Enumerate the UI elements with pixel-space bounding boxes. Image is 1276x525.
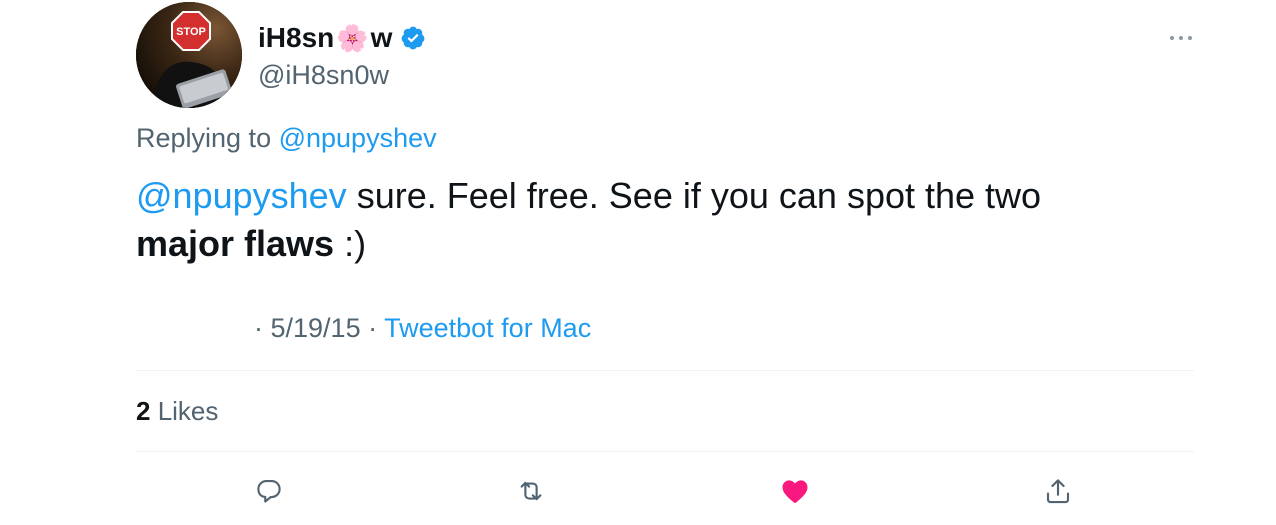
meta-separator: · <box>254 313 271 343</box>
more-options-button[interactable] <box>1166 26 1196 50</box>
tweet-text-plain: sure. Feel free. See if you can spot the… <box>346 175 1042 216</box>
tweet-text-bold: major flaws <box>136 223 335 264</box>
replying-to: Replying to @npupyshev <box>136 122 437 154</box>
tweet-source-link[interactable]: Tweetbot for Mac <box>384 313 591 343</box>
retweet-icon <box>520 481 542 501</box>
share-button[interactable] <box>1040 473 1076 509</box>
tweet-mention[interactable]: @npupyshev <box>136 175 347 216</box>
stop-sign-text: STOP <box>176 26 206 38</box>
divider <box>136 451 1194 452</box>
display-name-part2: w <box>370 22 393 53</box>
likes-label: Likes <box>150 396 219 426</box>
avatar-image: STOP <box>136 2 242 108</box>
display-name-flower: 🌸 <box>336 23 369 53</box>
replying-to-prefix: Replying to <box>136 123 279 153</box>
retweet-button[interactable] <box>513 473 549 509</box>
tweet-card: STOP iH8sn 🌸 w @iH8sn0w Replying to @npu… <box>0 0 1276 525</box>
display-name[interactable]: iH8sn 🌸 w <box>258 22 426 54</box>
display-name-part1: iH8sn <box>258 22 335 53</box>
likes-count[interactable]: 2 Likes <box>136 394 218 428</box>
more-dots-icon <box>1170 36 1192 40</box>
verified-badge-icon <box>402 26 425 50</box>
share-icon <box>1046 479 1070 504</box>
reply-button[interactable] <box>251 473 287 509</box>
replying-to-mention[interactable]: @npupyshev <box>279 123 437 153</box>
reply-icon <box>257 479 281 503</box>
tweet-meta: · 5/19/15 · Tweetbot for Mac <box>254 311 591 345</box>
user-handle[interactable]: @iH8sn0w <box>258 60 389 90</box>
divider <box>136 370 1194 371</box>
heart-icon <box>782 480 808 503</box>
like-button[interactable] <box>777 473 813 509</box>
tweet-date[interactable]: 5/19/15 <box>271 313 361 343</box>
meta-separator: · <box>360 313 385 343</box>
likes-number: 2 <box>136 396 151 426</box>
tweet-text-end: :) <box>334 223 367 264</box>
tweet-text: @npupyshev sure. Feel free. See if you c… <box>136 172 1136 268</box>
avatar[interactable]: STOP <box>136 2 242 108</box>
